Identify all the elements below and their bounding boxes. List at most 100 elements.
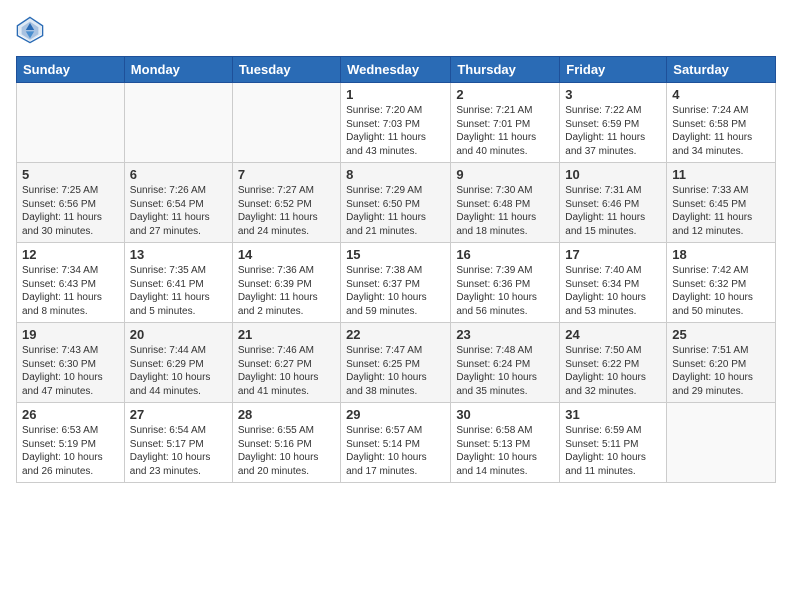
calendar-cell: 12 Sunrise: 7:34 AM Sunset: 6:43 PM Dayli… — [17, 243, 125, 323]
calendar-cell: 10Sunrise: 7:31 AM Sunset: 6:46 PM Dayli… — [560, 163, 667, 243]
day-number: 31 — [565, 407, 661, 422]
day-number: 14 — [238, 247, 335, 262]
day-info: Sunrise: 7:27 AM Sunset: 6:52 PM Dayligh… — [238, 184, 335, 238]
calendar-week-2: 5 Sunrise: 7:25 AM Sunset: 6:56 PM Daylig… — [17, 163, 776, 243]
calendar-cell: 20 Sunrise: 7:44 AM Sunset: 6:29 PM Dayli… — [124, 323, 232, 403]
day-info: Sunrise: 7:34 AM Sunset: 6:43 PM Dayligh… — [22, 264, 119, 318]
day-number: 8 — [346, 167, 445, 182]
day-number: 13 — [130, 247, 227, 262]
day-number: 10 — [565, 167, 661, 182]
calendar-week-4: 19 Sunrise: 7:43 AM Sunset: 6:30 PM Dayli… — [17, 323, 776, 403]
calendar-cell — [667, 403, 776, 483]
calendar-cell: 18 Sunrise: 7:42 AM Sunset: 6:32 PM Dayli… — [667, 243, 776, 323]
day-info: Sunrise: 7:48 AM Sunset: 6:24 PM Dayligh… — [456, 344, 554, 398]
day-number: 16 — [456, 247, 554, 262]
calendar-cell: 31 Sunrise: 6:59 AM Sunset: 5:11 PM Dayli… — [560, 403, 667, 483]
day-info: Sunrise: 7:22 AM Sunset: 6:59 PM Dayligh… — [565, 104, 661, 158]
day-number: 21 — [238, 327, 335, 342]
day-number: 30 — [456, 407, 554, 422]
weekday-header-tuesday: Tuesday — [232, 57, 340, 83]
weekday-header-monday: Monday — [124, 57, 232, 83]
calendar-cell: 28 Sunrise: 6:55 AM Sunset: 5:16 PM Dayli… — [232, 403, 340, 483]
day-number: 12 — [22, 247, 119, 262]
calendar-cell: 5 Sunrise: 7:25 AM Sunset: 6:56 PM Daylig… — [17, 163, 125, 243]
day-number: 3 — [565, 87, 661, 102]
day-number: 4 — [672, 87, 770, 102]
calendar-cell: 22 Sunrise: 7:47 AM Sunset: 6:25 PM Dayli… — [341, 323, 451, 403]
calendar-cell: 15Sunrise: 7:38 AM Sunset: 6:37 PM Dayli… — [341, 243, 451, 323]
calendar-cell: 8 Sunrise: 7:29 AM Sunset: 6:50 PM Daylig… — [341, 163, 451, 243]
day-info: Sunrise: 7:33 AM Sunset: 6:45 PM Dayligh… — [672, 184, 770, 238]
day-number: 18 — [672, 247, 770, 262]
day-info: Sunrise: 6:53 AM Sunset: 5:19 PM Dayligh… — [22, 424, 119, 478]
day-number: 19 — [22, 327, 119, 342]
day-info: Sunrise: 7:47 AM Sunset: 6:25 PM Dayligh… — [346, 344, 445, 398]
page-header — [16, 16, 776, 44]
day-info: Sunrise: 7:30 AM Sunset: 6:48 PM Dayligh… — [456, 184, 554, 238]
weekday-header-sunday: Sunday — [17, 57, 125, 83]
calendar-cell: 4 Sunrise: 7:24 AM Sunset: 6:58 PM Daylig… — [667, 83, 776, 163]
day-number: 2 — [456, 87, 554, 102]
day-number: 26 — [22, 407, 119, 422]
calendar-cell: 7Sunrise: 7:27 AM Sunset: 6:52 PM Daylig… — [232, 163, 340, 243]
day-info: Sunrise: 7:46 AM Sunset: 6:27 PM Dayligh… — [238, 344, 335, 398]
calendar-cell: 27 Sunrise: 6:54 AM Sunset: 5:17 PM Dayli… — [124, 403, 232, 483]
day-number: 9 — [456, 167, 554, 182]
calendar-cell: 17Sunrise: 7:40 AM Sunset: 6:34 PM Dayli… — [560, 243, 667, 323]
day-info: Sunrise: 7:29 AM Sunset: 6:50 PM Dayligh… — [346, 184, 445, 238]
day-info: Sunrise: 6:57 AM Sunset: 5:14 PM Dayligh… — [346, 424, 445, 478]
day-info: Sunrise: 7:44 AM Sunset: 6:29 PM Dayligh… — [130, 344, 227, 398]
day-number: 22 — [346, 327, 445, 342]
calendar-table: SundayMondayTuesdayWednesdayThursdayFrid… — [16, 56, 776, 483]
day-info: Sunrise: 6:59 AM Sunset: 5:11 PM Dayligh… — [565, 424, 661, 478]
calendar-cell: 24 Sunrise: 7:50 AM Sunset: 6:22 PM Dayli… — [560, 323, 667, 403]
day-info: Sunrise: 7:36 AM Sunset: 6:39 PM Dayligh… — [238, 264, 335, 318]
calendar-cell — [124, 83, 232, 163]
day-info: Sunrise: 7:21 AM Sunset: 7:01 PM Dayligh… — [456, 104, 554, 158]
day-number: 11 — [672, 167, 770, 182]
day-number: 5 — [22, 167, 119, 182]
day-info: Sunrise: 6:58 AM Sunset: 5:13 PM Dayligh… — [456, 424, 554, 478]
day-number: 24 — [565, 327, 661, 342]
day-number: 17 — [565, 247, 661, 262]
day-number: 6 — [130, 167, 227, 182]
calendar-cell: 19 Sunrise: 7:43 AM Sunset: 6:30 PM Dayli… — [17, 323, 125, 403]
day-number: 15 — [346, 247, 445, 262]
day-info: Sunrise: 7:43 AM Sunset: 6:30 PM Dayligh… — [22, 344, 119, 398]
day-info: Sunrise: 7:26 AM Sunset: 6:54 PM Dayligh… — [130, 184, 227, 238]
weekday-header-saturday: Saturday — [667, 57, 776, 83]
calendar-cell: 21 Sunrise: 7:46 AM Sunset: 6:27 PM Dayli… — [232, 323, 340, 403]
calendar-cell: 11 Sunrise: 7:33 AM Sunset: 6:45 PM Dayli… — [667, 163, 776, 243]
day-info: Sunrise: 7:42 AM Sunset: 6:32 PM Dayligh… — [672, 264, 770, 318]
day-number: 20 — [130, 327, 227, 342]
calendar-cell: 26 Sunrise: 6:53 AM Sunset: 5:19 PM Dayli… — [17, 403, 125, 483]
day-info: Sunrise: 7:39 AM Sunset: 6:36 PM Dayligh… — [456, 264, 554, 318]
calendar-cell: 3 Sunrise: 7:22 AM Sunset: 6:59 PM Daylig… — [560, 83, 667, 163]
calendar-cell: 13Sunrise: 7:35 AM Sunset: 6:41 PM Dayli… — [124, 243, 232, 323]
calendar-cell: 23 Sunrise: 7:48 AM Sunset: 6:24 PM Dayli… — [451, 323, 560, 403]
calendar-cell — [17, 83, 125, 163]
day-number: 1 — [346, 87, 445, 102]
calendar-cell — [232, 83, 340, 163]
calendar-cell: 9 Sunrise: 7:30 AM Sunset: 6:48 PM Daylig… — [451, 163, 560, 243]
calendar-cell: 1 Sunrise: 7:20 AM Sunset: 7:03 PM Daylig… — [341, 83, 451, 163]
day-info: Sunrise: 6:54 AM Sunset: 5:17 PM Dayligh… — [130, 424, 227, 478]
day-number: 28 — [238, 407, 335, 422]
day-number: 27 — [130, 407, 227, 422]
calendar-cell: 6 Sunrise: 7:26 AM Sunset: 6:54 PM Daylig… — [124, 163, 232, 243]
day-number: 29 — [346, 407, 445, 422]
day-info: Sunrise: 6:55 AM Sunset: 5:16 PM Dayligh… — [238, 424, 335, 478]
calendar-week-5: 26 Sunrise: 6:53 AM Sunset: 5:19 PM Dayli… — [17, 403, 776, 483]
logo-icon — [16, 16, 44, 44]
day-info: Sunrise: 7:24 AM Sunset: 6:58 PM Dayligh… — [672, 104, 770, 158]
calendar-cell: 2 Sunrise: 7:21 AM Sunset: 7:01 PM Daylig… — [451, 83, 560, 163]
day-number: 23 — [456, 327, 554, 342]
weekday-header-wednesday: Wednesday — [341, 57, 451, 83]
day-info: Sunrise: 7:50 AM Sunset: 6:22 PM Dayligh… — [565, 344, 661, 398]
weekday-header-friday: Friday — [560, 57, 667, 83]
calendar-cell: 29 Sunrise: 6:57 AM Sunset: 5:14 PM Dayli… — [341, 403, 451, 483]
calendar-week-3: 12 Sunrise: 7:34 AM Sunset: 6:43 PM Dayli… — [17, 243, 776, 323]
calendar-cell: 30 Sunrise: 6:58 AM Sunset: 5:13 PM Dayli… — [451, 403, 560, 483]
day-info: Sunrise: 7:20 AM Sunset: 7:03 PM Dayligh… — [346, 104, 445, 158]
day-info: Sunrise: 7:25 AM Sunset: 6:56 PM Dayligh… — [22, 184, 119, 238]
